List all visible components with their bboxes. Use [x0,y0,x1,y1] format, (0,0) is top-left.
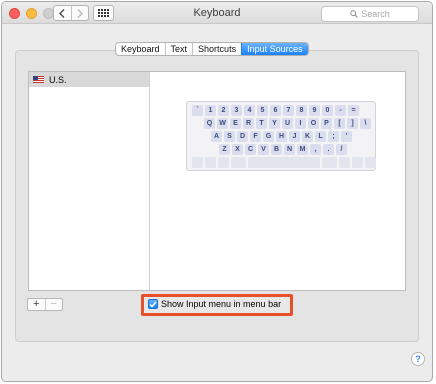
keyboard-key: 1 [205,105,216,116]
keyboard-key: V [258,144,269,155]
keyboard-key: = [348,105,359,116]
keyboard-layout-preview: ` 1 2 3 4 5 6 7 8 9 0- = Q W E R T Y U I O P[] \ A S D F G H J K L; ' Z X C… [186,101,376,171]
tab-keyboard[interactable]: Keyboard [116,43,165,55]
keyboard-key: ; [328,131,339,142]
tab-shortcuts[interactable]: Shortcuts [192,43,241,55]
keyboard-key: 5 [257,105,268,116]
source-list-controls: + − [27,298,63,311]
keyboard-key: L [315,131,326,142]
keyboard-key: Y [269,118,280,129]
show-input-menu-option[interactable]: Show Input menu in menu bar [148,299,281,309]
keyboard-key: 2 [218,105,229,116]
list-item-us[interactable]: U.S. [29,72,149,87]
search-placeholder: Search [361,9,390,19]
keyboard-key: 7 [283,105,294,116]
keyboard-key: P [321,118,332,129]
keyboard-key-blank [365,157,376,168]
keyboard-key: I [295,118,306,129]
keyboard-key: B [271,144,282,155]
keyboard-key: C [245,144,256,155]
keyboard-key: U [282,118,293,129]
keyboard-key-blank [248,157,320,168]
keyboard-key: 8 [296,105,307,116]
title-bar: Keyboard Search [2,2,432,24]
keyboard-key: T [256,118,267,129]
keyboard-key: O [308,118,319,129]
keyboard-key: 4 [244,105,255,116]
keyboard-key: 9 [309,105,320,116]
checkmark-icon [149,301,157,308]
keyboard-key: H [276,131,287,142]
keyboard-key-blank [231,157,246,168]
keyboard-row: Q W E R T Y U I O P[] \ [190,118,372,130]
tab-text[interactable]: Text [164,43,193,55]
keyboard-key-blank [339,157,350,168]
keyboard-key-blank [322,157,337,168]
keyboard-key: - [335,105,346,116]
keyboard-key-blank [218,157,229,168]
keyboard-key: / [336,144,347,155]
remove-source-button[interactable]: − [44,299,63,310]
us-flag-icon [33,76,44,83]
keyboard-row: A S D F G H J K L; ' [190,131,372,143]
keyboard-row: Z X C V B N M,. / [190,144,372,156]
keyboard-key: 6 [270,105,281,116]
keyboard-key: S [224,131,235,142]
keyboard-key: G [263,131,274,142]
keyboard-key: K [302,131,313,142]
keyboard-key: . [323,144,334,155]
keyboard-key-blank [192,157,203,168]
input-sources-content: U.S. ` 1 2 3 4 5 6 7 8 9 0- = Q W E R T Y U I O P[] \ A S D F G H J K L… [28,71,406,291]
keyboard-key: X [232,144,243,155]
keyboard-row-modifiers [190,157,376,169]
tab-bar: Keyboard Text Shortcuts Input Sources [115,42,309,56]
keyboard-key: A [211,131,222,142]
keyboard-key: D [237,131,248,142]
keyboard-key: W [217,118,228,129]
keyboard-key: ] [347,118,358,129]
keyboard-key: 3 [231,105,242,116]
keyboard-key: Q [204,118,215,129]
show-input-menu-checkbox[interactable] [148,299,158,309]
preferences-window: Keyboard Search Keyboard Text Shortcuts … [1,1,433,382]
add-source-button[interactable]: + [28,299,45,310]
search-icon [350,10,359,18]
search-field[interactable]: Search [321,6,419,22]
input-source-list[interactable]: U.S. [29,72,150,290]
keyboard-key: [ [334,118,345,129]
keyboard-key: Z [219,144,230,155]
source-label: U.S. [49,74,67,85]
keyboard-key: , [310,144,321,155]
keyboard-key: M [297,144,308,155]
keyboard-key: \ [360,118,371,129]
keyboard-key: R [243,118,254,129]
keyboard-row: ` 1 2 3 4 5 6 7 8 9 0- = [190,105,372,117]
keyboard-key-blank [352,157,363,168]
keyboard-key: ` [192,105,203,116]
show-input-menu-label: Show Input menu in menu bar [161,299,282,309]
keyboard-key: 0 [322,105,333,116]
keyboard-key: ' [341,131,352,142]
keyboard-key: E [230,118,241,129]
keyboard-key: N [284,144,295,155]
keyboard-key: J [289,131,300,142]
tab-input-sources[interactable]: Input Sources [241,43,308,55]
keyboard-key: F [250,131,261,142]
keyboard-key-blank [205,157,216,168]
help-button[interactable]: ? [411,352,425,366]
